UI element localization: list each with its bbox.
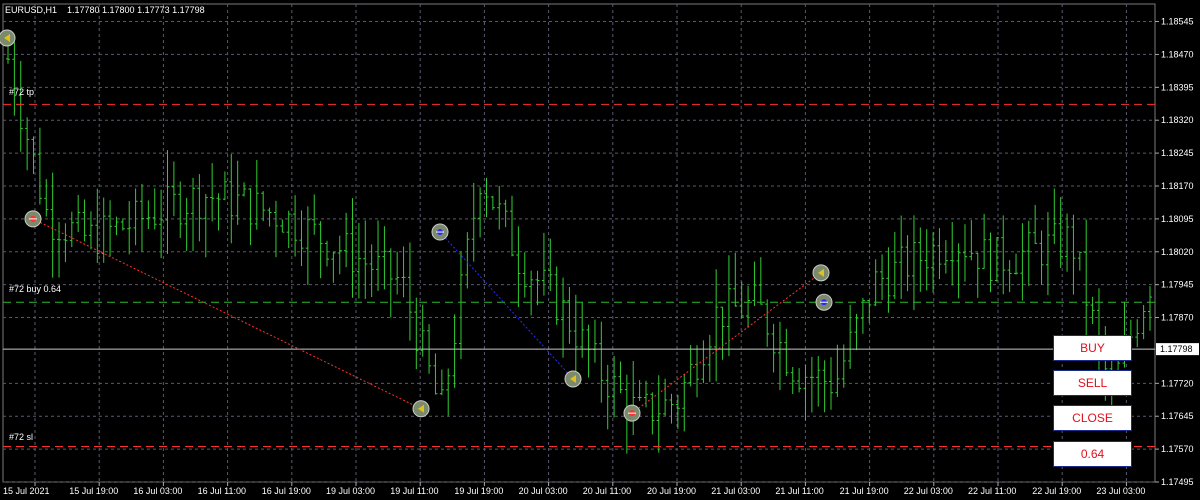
price-tick-label: 1.17870 <box>1161 313 1194 323</box>
lot-size-field[interactable]: 0.64 <box>1053 441 1132 467</box>
trade-entry-marker <box>815 293 833 311</box>
price-tick-label: 1.18395 <box>1161 82 1194 92</box>
price-tick-label: 1.18170 <box>1161 181 1194 191</box>
price-tick-label: 1.17720 <box>1161 378 1194 388</box>
price-tick-label: 1.18320 <box>1161 115 1194 125</box>
time-tick-label: 16 Jul 03:00 <box>133 486 182 496</box>
time-tick-label: 22 Jul 03:00 <box>904 486 953 496</box>
tp-level-label: #72 tp <box>9 87 34 97</box>
symbol-label: EURUSD,H1 <box>5 5 57 15</box>
time-tick-label: 21 Jul 03:00 <box>711 486 760 496</box>
buy-level-label: #72 buy 0.64 <box>9 284 61 294</box>
time-tick-label: 22 Jul 19:00 <box>1032 486 1081 496</box>
sl-level-label: #72 sl <box>9 432 33 442</box>
time-tick-label: 19 Jul 03:00 <box>326 486 375 496</box>
close-button[interactable]: CLOSE <box>1053 405 1132 431</box>
trade-entry-marker <box>24 210 42 228</box>
time-tick-label: 22 Jul 11:00 <box>968 486 1016 496</box>
time-tick-label: 19 Jul 11:00 <box>390 486 438 496</box>
buy-button[interactable]: BUY <box>1053 335 1132 361</box>
time-tick-label: 20 Jul 03:00 <box>519 486 568 496</box>
price-chart[interactable]: 1.17798 EURUSD,H1 1.17780 1.17800 1.1777… <box>0 0 1200 500</box>
price-tick-label: 1.18020 <box>1161 247 1194 257</box>
price-tick-label: 1.18095 <box>1161 214 1194 224</box>
price-tick-label: 1.18545 <box>1161 17 1194 27</box>
price-tick-label: 1.17570 <box>1161 444 1194 454</box>
price-tick-label: 1.17495 <box>1161 477 1194 487</box>
trade-exit-marker <box>812 264 830 282</box>
time-tick-label: 19 Jul 19:00 <box>454 486 503 496</box>
trade-entry-marker <box>431 223 449 241</box>
time-tick-label: 15 Jul 2021 <box>3 486 50 496</box>
price-tick-label: 1.17945 <box>1161 280 1194 290</box>
trade-entry-marker <box>623 404 641 422</box>
time-tick-label: 21 Jul 19:00 <box>840 486 889 496</box>
time-tick-label: 15 Jul 19:00 <box>69 486 118 496</box>
trade-exit-marker <box>564 370 582 388</box>
time-tick-label: 20 Jul 11:00 <box>583 486 631 496</box>
time-tick-label: 16 Jul 19:00 <box>262 486 311 496</box>
price-axis: 1.18545 1.18470 1.18395 1.18320 1.18245 1.181… <box>1155 17 1194 487</box>
chart-background <box>0 0 1200 500</box>
sell-button[interactable]: SELL <box>1053 370 1132 396</box>
current-price-label: 1.17798 <box>1160 344 1193 354</box>
time-tick-label: 21 Jul 11:00 <box>775 486 823 496</box>
trade-exit-marker <box>412 400 430 418</box>
ohlc-readout: 1.17780 1.17800 1.17773 1.17798 <box>67 5 205 15</box>
price-tick-label: 1.17645 <box>1161 411 1194 421</box>
time-tick-label: 20 Jul 19:00 <box>647 486 696 496</box>
price-tick-label: 1.18470 <box>1161 49 1194 59</box>
time-tick-label: 16 Jul 11:00 <box>198 486 246 496</box>
time-tick-label: 23 Jul 03:00 <box>1096 486 1145 496</box>
price-tick-label: 1.18245 <box>1161 148 1194 158</box>
trade-exit-marker <box>0 29 16 47</box>
